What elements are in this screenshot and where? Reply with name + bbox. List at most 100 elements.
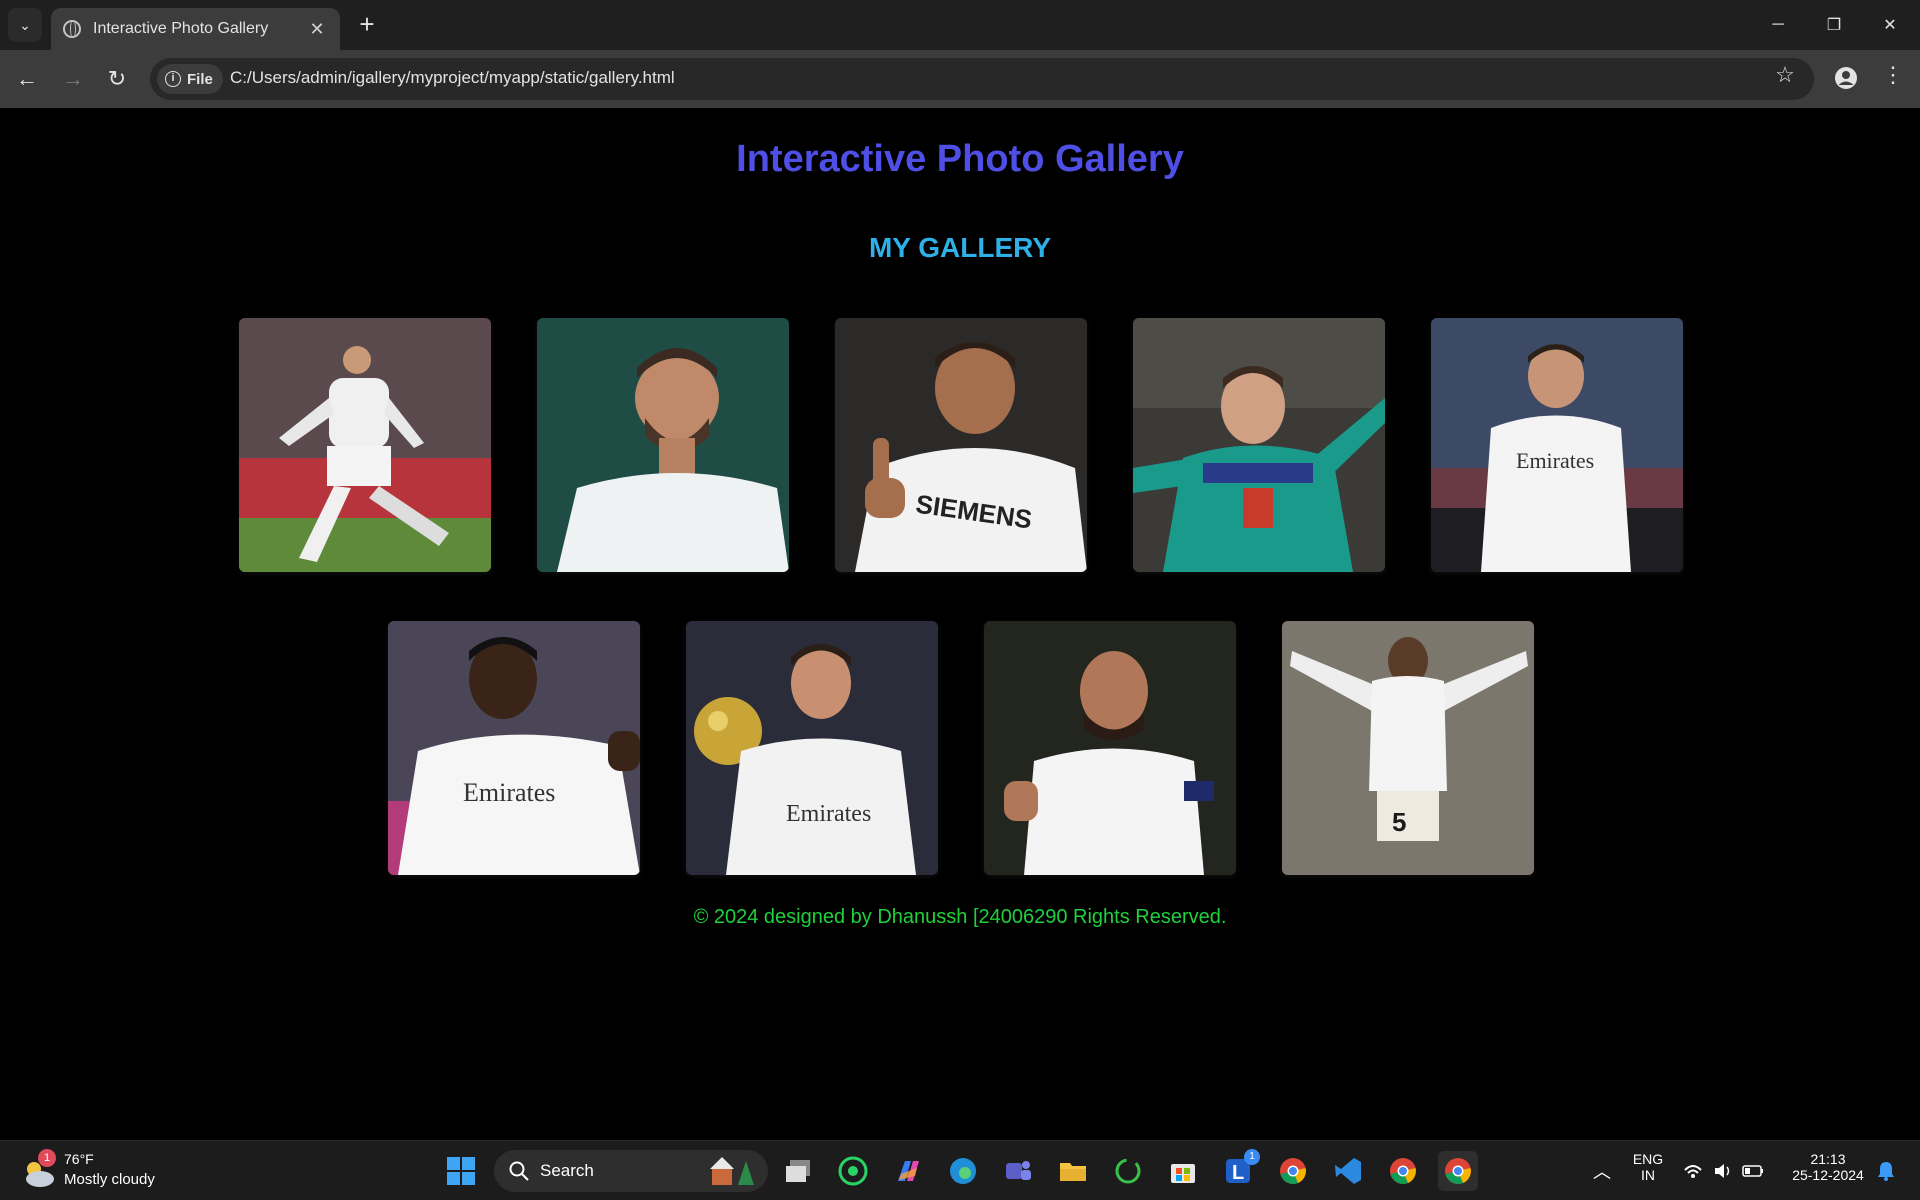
svg-text:Emirates: Emirates <box>1516 448 1594 473</box>
weather-condition: Mostly cloudy <box>64 1171 155 1188</box>
svg-text:Emirates: Emirates <box>463 778 555 807</box>
chrome-button-1[interactable] <box>1273 1151 1313 1191</box>
browser-tab-bar: ⌄ Interactive Photo Gallery ✕ + ─ ❐ ✕ <box>0 0 1920 50</box>
vscode-button[interactable] <box>1328 1151 1368 1191</box>
weather-temperature: 76°F <box>64 1151 94 1167</box>
player-pointing-photo: SIEMENS <box>835 318 1087 572</box>
file-chip-label: File <box>187 70 213 88</box>
page-footer: © 2024 designed by Dhanussh [24006290 Ri… <box>693 906 1227 928</box>
svg-text:Emirates: Emirates <box>786 801 871 827</box>
chrome-icon <box>1280 1158 1306 1184</box>
l-app-badge: 1 <box>1244 1149 1260 1165</box>
back-button[interactable]: ← <box>10 62 44 96</box>
bell-icon <box>1878 1162 1894 1181</box>
start-button[interactable] <box>441 1151 481 1191</box>
network-volume-battery-icons <box>1684 1164 1763 1178</box>
refresh-app-button[interactable] <box>1108 1151 1148 1191</box>
teams-icon <box>1006 1161 1031 1180</box>
player-celebrating-photo: Emirates <box>388 621 640 875</box>
tab-title: Interactive Photo Gallery <box>93 20 269 37</box>
arrow-right-icon: → <box>62 66 84 91</box>
store-button[interactable] <box>1163 1151 1203 1191</box>
gallery-photo-7[interactable]: Emirates <box>686 621 938 875</box>
player-kicking-photo <box>239 318 491 572</box>
circular-arrows-icon <box>1115 1158 1141 1184</box>
chevron-down-icon: ⌄ <box>19 16 31 33</box>
whatsapp-icon <box>838 1156 868 1186</box>
player-fist-photo <box>984 621 1236 875</box>
chrome-icon <box>1390 1158 1416 1184</box>
gallery-photo-1[interactable] <box>239 318 491 572</box>
gallery-photo-5[interactable]: Emirates <box>1431 318 1683 572</box>
show-hidden-icons-button[interactable]: ︿ <box>1582 1151 1622 1191</box>
weather-badge: 1 <box>38 1149 56 1167</box>
search-icon <box>509 1161 529 1181</box>
clock[interactable]: 21:13 25-12-2024 <box>1782 1151 1874 1183</box>
holiday-icon <box>710 1157 754 1185</box>
taskbar-search[interactable]: Search <box>494 1150 768 1192</box>
bookmark-star-icon[interactable]: ☆ <box>1770 62 1800 88</box>
url-text[interactable]: C:/Users/admin/igallery/myproject/myapp/… <box>230 68 675 88</box>
forward-button[interactable]: → <box>56 62 90 96</box>
restore-button[interactable]: ❐ <box>1806 0 1862 50</box>
chrome-icon <box>1445 1158 1471 1184</box>
close-window-button[interactable]: ✕ <box>1862 0 1918 50</box>
goalkeeper-celebrating-photo <box>1133 318 1385 572</box>
folder-icon <box>1060 1163 1086 1181</box>
menu-kebab-icon[interactable]: ⋮ <box>1882 62 1904 88</box>
new-tab-button[interactable]: + <box>352 10 382 40</box>
svg-text:L: L <box>1232 1162 1244 1184</box>
edge-icon <box>950 1158 976 1184</box>
whatsapp-button[interactable] <box>833 1151 873 1191</box>
arrow-left-icon: ← <box>16 66 38 91</box>
l-app-button[interactable]: L 1 <box>1218 1149 1260 1191</box>
page-title: Interactive Photo Gallery <box>736 138 1184 180</box>
vscode-icon <box>1335 1158 1361 1184</box>
player-golden-ball-photo: Emirates <box>686 621 938 875</box>
notifications-button[interactable] <box>1866 1151 1906 1191</box>
language-line-2: IN <box>1641 1167 1655 1183</box>
restore-icon: ❐ <box>1826 17 1842 34</box>
weather-widget[interactable]: 1 76°F Mostly cloudy <box>20 1149 170 1193</box>
gallery-photo-9[interactable]: 5 <box>1282 621 1534 875</box>
copilot-button[interactable] <box>888 1151 928 1191</box>
chrome-button-active[interactable] <box>1438 1151 1478 1191</box>
store-icon <box>1171 1164 1195 1183</box>
teams-button[interactable] <box>998 1151 1038 1191</box>
site-info-chip[interactable]: i File <box>157 64 223 94</box>
gallery-photo-2[interactable] <box>537 318 789 572</box>
chevron-up-icon: ︿ <box>1593 1162 1611 1182</box>
close-icon: ✕ <box>1883 17 1897 34</box>
gallery-photo-3[interactable]: SIEMENS <box>835 318 1087 572</box>
gallery-photo-6[interactable]: Emirates <box>388 621 640 875</box>
gallery-photo-4[interactable] <box>1133 318 1385 572</box>
page-content: Interactive Photo Gallery MY GALLERY SIE… <box>0 108 1920 1140</box>
file-explorer-button[interactable] <box>1053 1151 1093 1191</box>
close-tab-icon[interactable]: ✕ <box>306 19 328 40</box>
language-line-1: ENG <box>1632 1151 1664 1167</box>
reload-icon: ↻ <box>107 66 127 91</box>
windows-logo-icon <box>447 1157 475 1185</box>
task-view-button[interactable] <box>778 1151 818 1191</box>
task-view-icon <box>786 1160 810 1182</box>
clock-time: 21:13 <box>1810 1151 1846 1167</box>
minimize-icon: ─ <box>1772 16 1784 33</box>
gallery-heading: MY GALLERY <box>868 232 1051 263</box>
language-indicator[interactable]: ENG IN <box>1626 1151 1670 1183</box>
copilot-icon <box>898 1161 919 1181</box>
info-icon: i <box>165 71 181 87</box>
quick-settings-button[interactable] <box>1676 1151 1776 1191</box>
search-label: Search <box>540 1161 594 1180</box>
browser-tab[interactable]: Interactive Photo Gallery ✕ <box>51 8 340 50</box>
globe-icon <box>63 20 81 38</box>
gallery-photo-8[interactable] <box>984 621 1236 875</box>
edge-button[interactable] <box>943 1151 983 1191</box>
reload-button[interactable]: ↻ <box>100 62 134 96</box>
clock-date: 25-12-2024 <box>1792 1167 1864 1183</box>
tab-search-button[interactable]: ⌄ <box>8 8 42 42</box>
chrome-button-2[interactable] <box>1383 1151 1423 1191</box>
minimize-button[interactable]: ─ <box>1750 0 1806 50</box>
smiling-player-photo <box>537 318 789 572</box>
profile-icon[interactable] <box>1834 66 1858 90</box>
svg-text:5: 5 <box>1392 807 1406 837</box>
